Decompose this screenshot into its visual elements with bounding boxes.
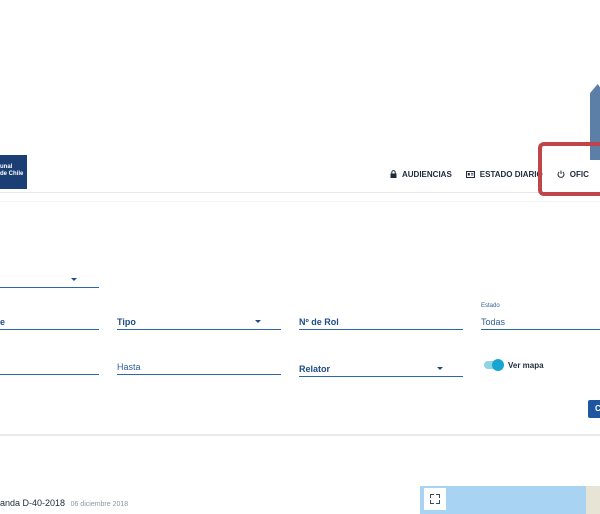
nav-item-estado-diario[interactable]: ESTADO DIARIO xyxy=(465,169,543,179)
lock-icon xyxy=(390,170,397,178)
map-toggle-label: Ver mapa xyxy=(508,361,544,370)
map-land-area xyxy=(586,486,600,514)
section-divider xyxy=(0,434,600,436)
result-list-item[interactable]: anda D-40-2018 06 diciembre 2018 xyxy=(0,498,128,508)
header-divider xyxy=(0,192,600,193)
logo-line-2: de Chile xyxy=(0,171,24,177)
map-toggle-knob xyxy=(492,359,504,371)
nav-label-estado-diario: ESTADO DIARIO xyxy=(479,169,543,179)
map-toggle[interactable] xyxy=(484,359,504,371)
date-to-placeholder: Hasta xyxy=(117,362,141,372)
chevron-down-icon xyxy=(255,320,261,323)
select-tipo-label: Tipo xyxy=(117,317,136,327)
rol-number-label: Nº de Rol xyxy=(299,317,339,327)
select-tipo[interactable]: Tipo xyxy=(117,316,281,330)
select-relator-label: Relator xyxy=(299,364,331,374)
select-first-filter[interactable] xyxy=(0,274,99,288)
results-map[interactable] xyxy=(420,486,600,514)
select-row1-left-label: e xyxy=(0,317,6,327)
id-card-icon xyxy=(465,170,475,178)
result-title: anda D-40-2018 xyxy=(0,498,66,508)
select-estado[interactable]: Estado Todas xyxy=(481,303,600,330)
chevron-down-icon xyxy=(71,278,77,281)
select-relator[interactable]: Relator xyxy=(299,363,463,377)
fullscreen-icon[interactable] xyxy=(424,488,446,510)
select-row1-left[interactable]: e xyxy=(0,316,99,330)
nav-item-audiencias[interactable]: AUDIENCIAS xyxy=(390,170,452,179)
estado-caption: Estado xyxy=(481,303,500,309)
logo-line-1: unal xyxy=(0,164,13,170)
date-to-field[interactable]: Hasta xyxy=(117,361,281,375)
annotation-highlight-box xyxy=(538,142,600,196)
rol-number-field[interactable]: Nº de Rol xyxy=(299,316,463,330)
search-button[interactable]: C xyxy=(588,400,600,418)
chevron-down-icon xyxy=(437,367,443,370)
site-logo[interactable]: unal de Chile xyxy=(0,155,27,189)
result-date: 06 diciembre 2018 xyxy=(70,501,129,508)
estado-value: Todas xyxy=(481,317,506,327)
header-divider-secondary xyxy=(0,201,600,202)
search-button-label: C xyxy=(595,404,600,413)
date-from-field[interactable] xyxy=(0,361,99,375)
nav-label-audiencias: AUDIENCIAS xyxy=(402,169,452,179)
